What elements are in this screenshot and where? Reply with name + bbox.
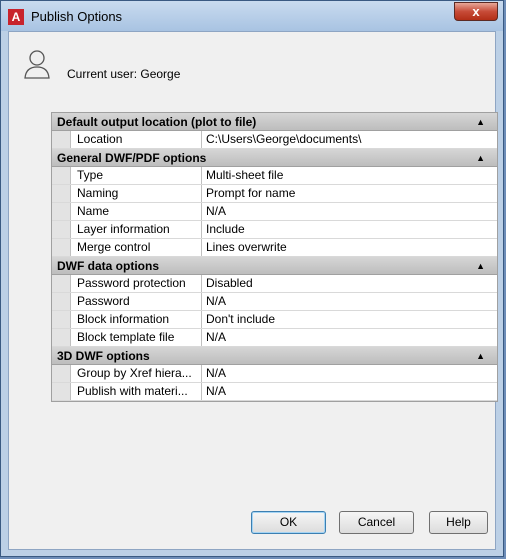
collapse-arrow-icon[interactable]: ▲	[476, 149, 485, 167]
current-user-label: Current user: George	[67, 67, 181, 81]
property-grid: Default output location (plot to file) ▲ L…	[51, 112, 498, 402]
row-gutter	[52, 203, 71, 220]
row-gutter	[52, 311, 71, 328]
property-row[interactable]: Type Multi-sheet file	[52, 167, 497, 185]
collapse-arrow-icon[interactable]: ▲	[476, 257, 485, 275]
property-name: Block template file	[71, 329, 202, 346]
row-gutter	[52, 275, 71, 292]
publish-options-dialog: A Publish Options x Current user: George…	[0, 0, 504, 557]
close-button[interactable]: x	[454, 2, 498, 21]
row-gutter	[52, 383, 71, 400]
cancel-button[interactable]: Cancel	[339, 511, 414, 534]
section-header[interactable]: 3D DWF options ▲	[52, 347, 497, 365]
property-value[interactable]: Don't include	[202, 311, 497, 328]
property-value[interactable]: N/A	[202, 329, 497, 346]
title-bar[interactable]: A Publish Options x	[1, 1, 503, 31]
row-gutter	[52, 221, 71, 238]
section-title: General DWF/PDF options	[57, 151, 207, 165]
section-title: DWF data options	[57, 259, 159, 273]
row-gutter	[52, 167, 71, 184]
row-gutter	[52, 185, 71, 202]
property-name: Password	[71, 293, 202, 310]
property-value[interactable]: N/A	[202, 365, 497, 382]
property-value[interactable]: Disabled	[202, 275, 497, 292]
property-name: Naming	[71, 185, 202, 202]
property-value[interactable]: Prompt for name	[202, 185, 497, 202]
property-value[interactable]: Lines overwrite	[202, 239, 497, 256]
property-row[interactable]: Layer information Include	[52, 221, 497, 239]
property-name: Type	[71, 167, 202, 184]
user-icon	[24, 50, 50, 79]
section-header[interactable]: DWF data options ▲	[52, 257, 497, 275]
property-value[interactable]: C:\Users\George\documents\	[202, 131, 497, 148]
property-value[interactable]: N/A	[202, 293, 497, 310]
property-name: Name	[71, 203, 202, 220]
property-row[interactable]: Merge control Lines overwrite	[52, 239, 497, 257]
section-title: 3D DWF options	[57, 349, 150, 363]
property-row[interactable]: Password N/A	[52, 293, 497, 311]
row-gutter	[52, 239, 71, 256]
property-name: Publish with materi...	[71, 383, 202, 400]
row-gutter	[52, 131, 71, 148]
property-value[interactable]: Multi-sheet file	[202, 167, 497, 184]
autocad-icon: A	[8, 9, 24, 25]
property-row[interactable]: Block information Don't include	[52, 311, 497, 329]
help-button[interactable]: Help	[429, 511, 488, 534]
property-name: Merge control	[71, 239, 202, 256]
property-value[interactable]: N/A	[202, 203, 497, 220]
property-row[interactable]: Password protection Disabled	[52, 275, 497, 293]
property-name: Layer information	[71, 221, 202, 238]
property-value[interactable]: N/A	[202, 383, 497, 400]
property-value[interactable]: Include	[202, 221, 497, 238]
property-name: Group by Xref hiera...	[71, 365, 202, 382]
ok-button[interactable]: OK	[251, 511, 326, 534]
row-gutter	[52, 365, 71, 382]
section-header[interactable]: Default output location (plot to file) ▲	[52, 113, 497, 131]
property-row[interactable]: Publish with materi... N/A	[52, 383, 497, 401]
property-name: Location	[71, 131, 202, 148]
property-name: Password protection	[71, 275, 202, 292]
property-row[interactable]: Block template file N/A	[52, 329, 497, 347]
property-name: Block information	[71, 311, 202, 328]
window-title: Publish Options	[31, 9, 123, 24]
row-gutter	[52, 293, 71, 310]
property-row[interactable]: Naming Prompt for name	[52, 185, 497, 203]
property-row[interactable]: Group by Xref hiera... N/A	[52, 365, 497, 383]
property-row[interactable]: Name N/A	[52, 203, 497, 221]
section-title: Default output location (plot to file)	[57, 115, 257, 129]
collapse-arrow-icon[interactable]: ▲	[476, 347, 485, 365]
section-header[interactable]: General DWF/PDF options ▲	[52, 149, 497, 167]
row-gutter	[52, 329, 71, 346]
collapse-arrow-icon[interactable]: ▲	[476, 113, 485, 131]
dialog-content: Current user: George Default output loca…	[8, 31, 498, 550]
property-row[interactable]: Location C:\Users\George\documents\	[52, 131, 497, 149]
